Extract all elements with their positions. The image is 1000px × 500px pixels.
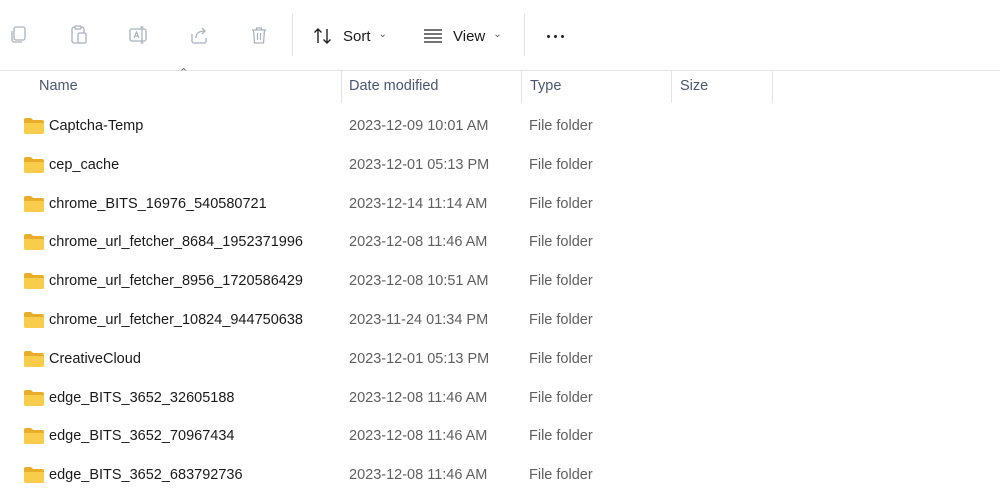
file-row[interactable]: chrome_url_fetcher_10824_944750638 2023-… <box>0 301 1000 339</box>
file-type: File folder <box>529 312 593 328</box>
command-bar: Sort ⌄ View ⌄ <box>0 0 1000 71</box>
file-type: File folder <box>529 234 593 251</box>
file-type: File folder <box>529 156 593 173</box>
sort-icon <box>314 28 331 44</box>
file-name: Captcha-Temp <box>49 118 144 134</box>
file-name: edge_BITS_3652_70967434 <box>49 428 235 445</box>
column-divider[interactable] <box>772 70 773 103</box>
file-date-modified: 2023-12-08 10:51 AM <box>349 273 489 290</box>
sort-button[interactable]: Sort ⌄ <box>312 24 387 48</box>
file-row[interactable]: edge_BITS_3652_70967434 2023-12-08 11:46… <box>0 417 1000 455</box>
folder-icon <box>24 312 44 328</box>
file-name: chrome_url_fetcher_8956_1720586429 <box>49 273 303 290</box>
file-row[interactable]: cep_cache 2023-12-01 05:13 PM File folde… <box>0 146 1000 184</box>
file-date-modified: 2023-12-01 05:13 PM <box>349 350 490 367</box>
column-date-modified[interactable]: Date modified <box>349 70 438 103</box>
folder-icon <box>24 156 44 173</box>
column-type[interactable]: Type <box>530 70 561 103</box>
file-date-modified: 2023-12-09 10:01 AM <box>349 118 489 134</box>
folder-icon <box>24 389 44 406</box>
folder-icon <box>24 467 44 484</box>
file-type: File folder <box>529 389 593 406</box>
column-header: ⌃ Name Date modified Type Size <box>0 67 1000 103</box>
folder-icon <box>24 234 44 251</box>
file-date-modified: 2023-12-01 05:13 PM <box>349 156 490 173</box>
column-size[interactable]: Size <box>680 70 708 103</box>
file-row[interactable]: chrome_url_fetcher_8684_1952371996 2023-… <box>0 223 1000 261</box>
more-options-icon[interactable] <box>540 24 570 48</box>
column-name[interactable]: Name <box>39 70 78 103</box>
file-name: edge_BITS_3652_683792736 <box>49 467 243 484</box>
sort-ascending-icon: ⌃ <box>179 67 189 79</box>
file-date-modified: 2023-12-14 11:14 AM <box>349 195 488 212</box>
view-list-icon <box>424 29 442 43</box>
file-type: File folder <box>529 350 593 367</box>
column-divider[interactable] <box>671 70 672 103</box>
file-type: File folder <box>529 195 593 212</box>
file-type: File folder <box>529 273 593 290</box>
file-date-modified: 2023-12-08 11:46 AM <box>349 234 488 251</box>
file-name: chrome_BITS_16976_540580721 <box>49 195 267 212</box>
sort-label: Sort <box>343 27 371 45</box>
rename-icon[interactable] <box>128 24 150 46</box>
chevron-down-icon: ⌄ <box>493 28 502 40</box>
file-name: edge_BITS_3652_32605188 <box>49 389 235 406</box>
view-label: View <box>453 27 486 45</box>
file-date-modified: 2023-12-08 11:46 AM <box>349 467 488 484</box>
column-divider[interactable] <box>341 70 342 103</box>
toolbar-divider <box>292 14 293 56</box>
copy-icon[interactable] <box>8 24 30 46</box>
delete-icon[interactable] <box>248 24 270 46</box>
file-row[interactable]: CreativeCloud 2023-12-01 05:13 PM File f… <box>0 340 1000 378</box>
file-type: File folder <box>529 118 593 134</box>
share-icon[interactable] <box>188 24 210 46</box>
file-type: File folder <box>529 428 593 445</box>
file-type: File folder <box>529 467 593 484</box>
file-date-modified: 2023-12-08 11:46 AM <box>349 389 488 406</box>
folder-icon <box>24 350 44 367</box>
file-date-modified: 2023-12-08 11:46 AM <box>349 428 488 445</box>
file-name: chrome_url_fetcher_8684_1952371996 <box>49 234 303 251</box>
file-row[interactable]: chrome_BITS_16976_540580721 2023-12-14 1… <box>0 185 1000 223</box>
folder-icon <box>24 273 44 290</box>
file-row[interactable]: edge_BITS_3652_683792736 2023-12-08 11:4… <box>0 456 1000 494</box>
folder-icon <box>24 118 44 134</box>
view-button[interactable]: View ⌄ <box>422 24 502 48</box>
file-name: CreativeCloud <box>49 350 141 367</box>
paste-icon[interactable] <box>68 24 90 46</box>
file-row[interactable]: Captcha-Temp 2023-12-09 10:01 AM File fo… <box>0 107 1000 145</box>
chevron-down-icon: ⌄ <box>378 28 387 40</box>
folder-icon <box>24 428 44 445</box>
toolbar-divider <box>524 14 525 56</box>
column-divider[interactable] <box>521 70 522 103</box>
file-row[interactable]: chrome_url_fetcher_8956_1720586429 2023-… <box>0 262 1000 300</box>
folder-icon <box>24 195 44 212</box>
file-row[interactable]: edge_BITS_3652_32605188 2023-12-08 11:46… <box>0 379 1000 417</box>
file-name: cep_cache <box>49 156 120 173</box>
file-date-modified: 2023-11-24 01:34 PM <box>349 312 489 328</box>
file-name: chrome_url_fetcher_10824_944750638 <box>49 312 303 328</box>
